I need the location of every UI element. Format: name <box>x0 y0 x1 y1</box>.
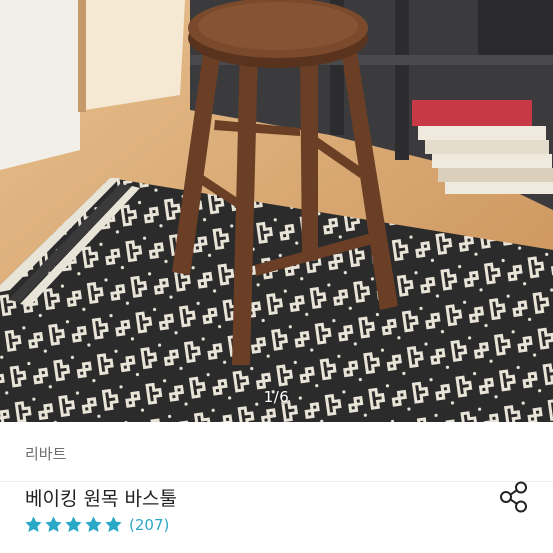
star-icon <box>45 516 62 532</box>
star-icon <box>65 516 82 532</box>
share-icon <box>500 481 527 513</box>
star-icon <box>25 516 42 532</box>
product-info: 리바트 베이킹 원목 바스툴 (207) <box>0 422 553 553</box>
review-count[interactable]: (207) <box>129 516 169 534</box>
divider <box>0 481 553 482</box>
seller-name[interactable]: 리바트 <box>25 443 66 464</box>
star-icon <box>105 516 122 532</box>
share-button[interactable] <box>497 480 531 514</box>
rating[interactable]: (207) <box>24 515 169 534</box>
image-counter: 1/6 <box>263 388 290 406</box>
product-title: 베이킹 원목 바스툴 <box>25 488 177 510</box>
star-icon <box>85 516 102 532</box>
product-image[interactable]: 1/6 <box>0 0 553 422</box>
